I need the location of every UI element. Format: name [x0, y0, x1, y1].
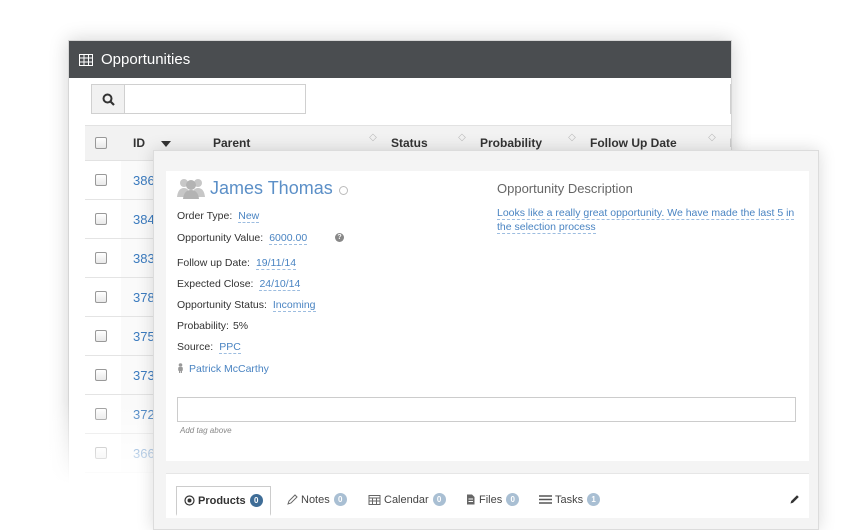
- tab-count-badge: 0: [249, 494, 263, 507]
- sort-desc-icon[interactable]: [161, 141, 171, 147]
- row-id[interactable]: 384: [133, 212, 155, 227]
- list-icon: [539, 495, 552, 504]
- tab-count-badge: 0: [432, 493, 446, 506]
- column-probability[interactable]: Probability: [480, 136, 542, 150]
- edit-icon[interactable]: [790, 494, 800, 504]
- row-id[interactable]: 373: [133, 368, 155, 383]
- tag-hint: Add tag above: [180, 426, 232, 435]
- source-value[interactable]: PPC: [219, 341, 241, 354]
- toolbar-right-edge: [730, 84, 731, 114]
- status-dot-icon: [338, 185, 348, 195]
- probability-field: Probability: 5%: [177, 320, 249, 332]
- group-icon: [177, 179, 205, 199]
- tab-calendar[interactable]: Calendar 0: [368, 493, 446, 506]
- search-bar: [69, 78, 731, 128]
- sort-icon[interactable]: ◇: [457, 133, 467, 150]
- pencil-icon: [287, 494, 298, 505]
- calendar-icon: [368, 495, 381, 505]
- order-type-field: Order Type: New: [177, 210, 260, 223]
- description-text[interactable]: Looks like a really great opportunity. W…: [497, 206, 797, 234]
- row-checkbox[interactable]: [95, 291, 107, 303]
- opportunity-value-field: Opportunity Value: 6000.00: [177, 232, 308, 245]
- row-checkbox[interactable]: [95, 213, 107, 225]
- select-all-checkbox[interactable]: [95, 137, 107, 149]
- file-icon: [467, 494, 475, 505]
- row-checkbox[interactable]: [95, 252, 107, 264]
- column-extra[interactable]: I: [730, 136, 731, 150]
- assigned-contact[interactable]: Patrick McCarthy: [177, 363, 269, 375]
- row-id[interactable]: 383: [133, 251, 155, 266]
- column-parent[interactable]: Parent: [213, 136, 250, 150]
- order-type-value[interactable]: New: [238, 210, 260, 223]
- tab-files[interactable]: Files 0: [465, 493, 520, 506]
- column-status[interactable]: Status: [391, 136, 428, 150]
- description-title: Opportunity Description: [497, 181, 633, 196]
- row-id[interactable]: 375: [133, 329, 155, 344]
- source-field: Source: PPC: [177, 341, 241, 354]
- tag-input[interactable]: [177, 397, 796, 422]
- tab-products[interactable]: Products 0: [176, 486, 271, 516]
- sort-icon[interactable]: ◇: [707, 133, 717, 150]
- opportunity-status-field: Opportunity Status: Incoming: [177, 299, 316, 312]
- row-id[interactable]: 386: [133, 173, 155, 188]
- window-header: Opportunities: [69, 41, 731, 78]
- column-id[interactable]: ID: [133, 136, 145, 150]
- table-icon: [79, 53, 93, 66]
- row-checkbox[interactable]: [95, 330, 107, 342]
- person-icon: [178, 363, 183, 373]
- probability-value: 5%: [232, 320, 249, 332]
- contact-header: James Thomas: [176, 177, 348, 199]
- tab-tasks[interactable]: Tasks 1: [539, 493, 601, 506]
- opportunity-status-value[interactable]: Incoming: [272, 299, 316, 312]
- tab-notes[interactable]: Notes 0: [287, 493, 347, 506]
- search-button[interactable]: [91, 84, 124, 114]
- row-id[interactable]: 378: [133, 290, 155, 305]
- window-title: Opportunities: [101, 51, 191, 68]
- row-checkbox[interactable]: [95, 369, 107, 381]
- tab-count-badge: 1: [587, 493, 601, 506]
- help-icon[interactable]: ?: [335, 233, 344, 242]
- follow-up-value[interactable]: 19/11/14: [255, 257, 297, 270]
- detail-card: James Thomas Order Type: New Opportunity …: [166, 171, 809, 461]
- tab-count-badge: 0: [506, 493, 520, 506]
- detail-tabs: Products 0 Notes 0 Calendar 0 Files 0 Ta…: [166, 473, 809, 518]
- search-input[interactable]: [124, 84, 306, 114]
- target-icon: [184, 495, 195, 506]
- follow-up-field: Follow up Date: 19/11/14: [177, 257, 297, 270]
- sort-icon[interactable]: ◇: [567, 133, 577, 150]
- search-icon: [102, 93, 115, 106]
- contact-name[interactable]: James Thomas: [210, 178, 333, 199]
- tab-count-badge: 0: [333, 493, 347, 506]
- contact-link[interactable]: Patrick McCarthy: [189, 363, 269, 375]
- row-checkbox[interactable]: [95, 174, 107, 186]
- expected-close-field: Expected Close: 24/10/14: [177, 278, 301, 291]
- expected-close-value[interactable]: 24/10/14: [259, 278, 301, 291]
- opportunity-value[interactable]: 6000.00: [269, 232, 308, 245]
- column-follow-up-date[interactable]: Follow Up Date: [590, 136, 677, 150]
- opportunity-detail-panel: James Thomas Order Type: New Opportunity …: [153, 150, 819, 530]
- sort-icon[interactable]: ◇: [368, 133, 378, 150]
